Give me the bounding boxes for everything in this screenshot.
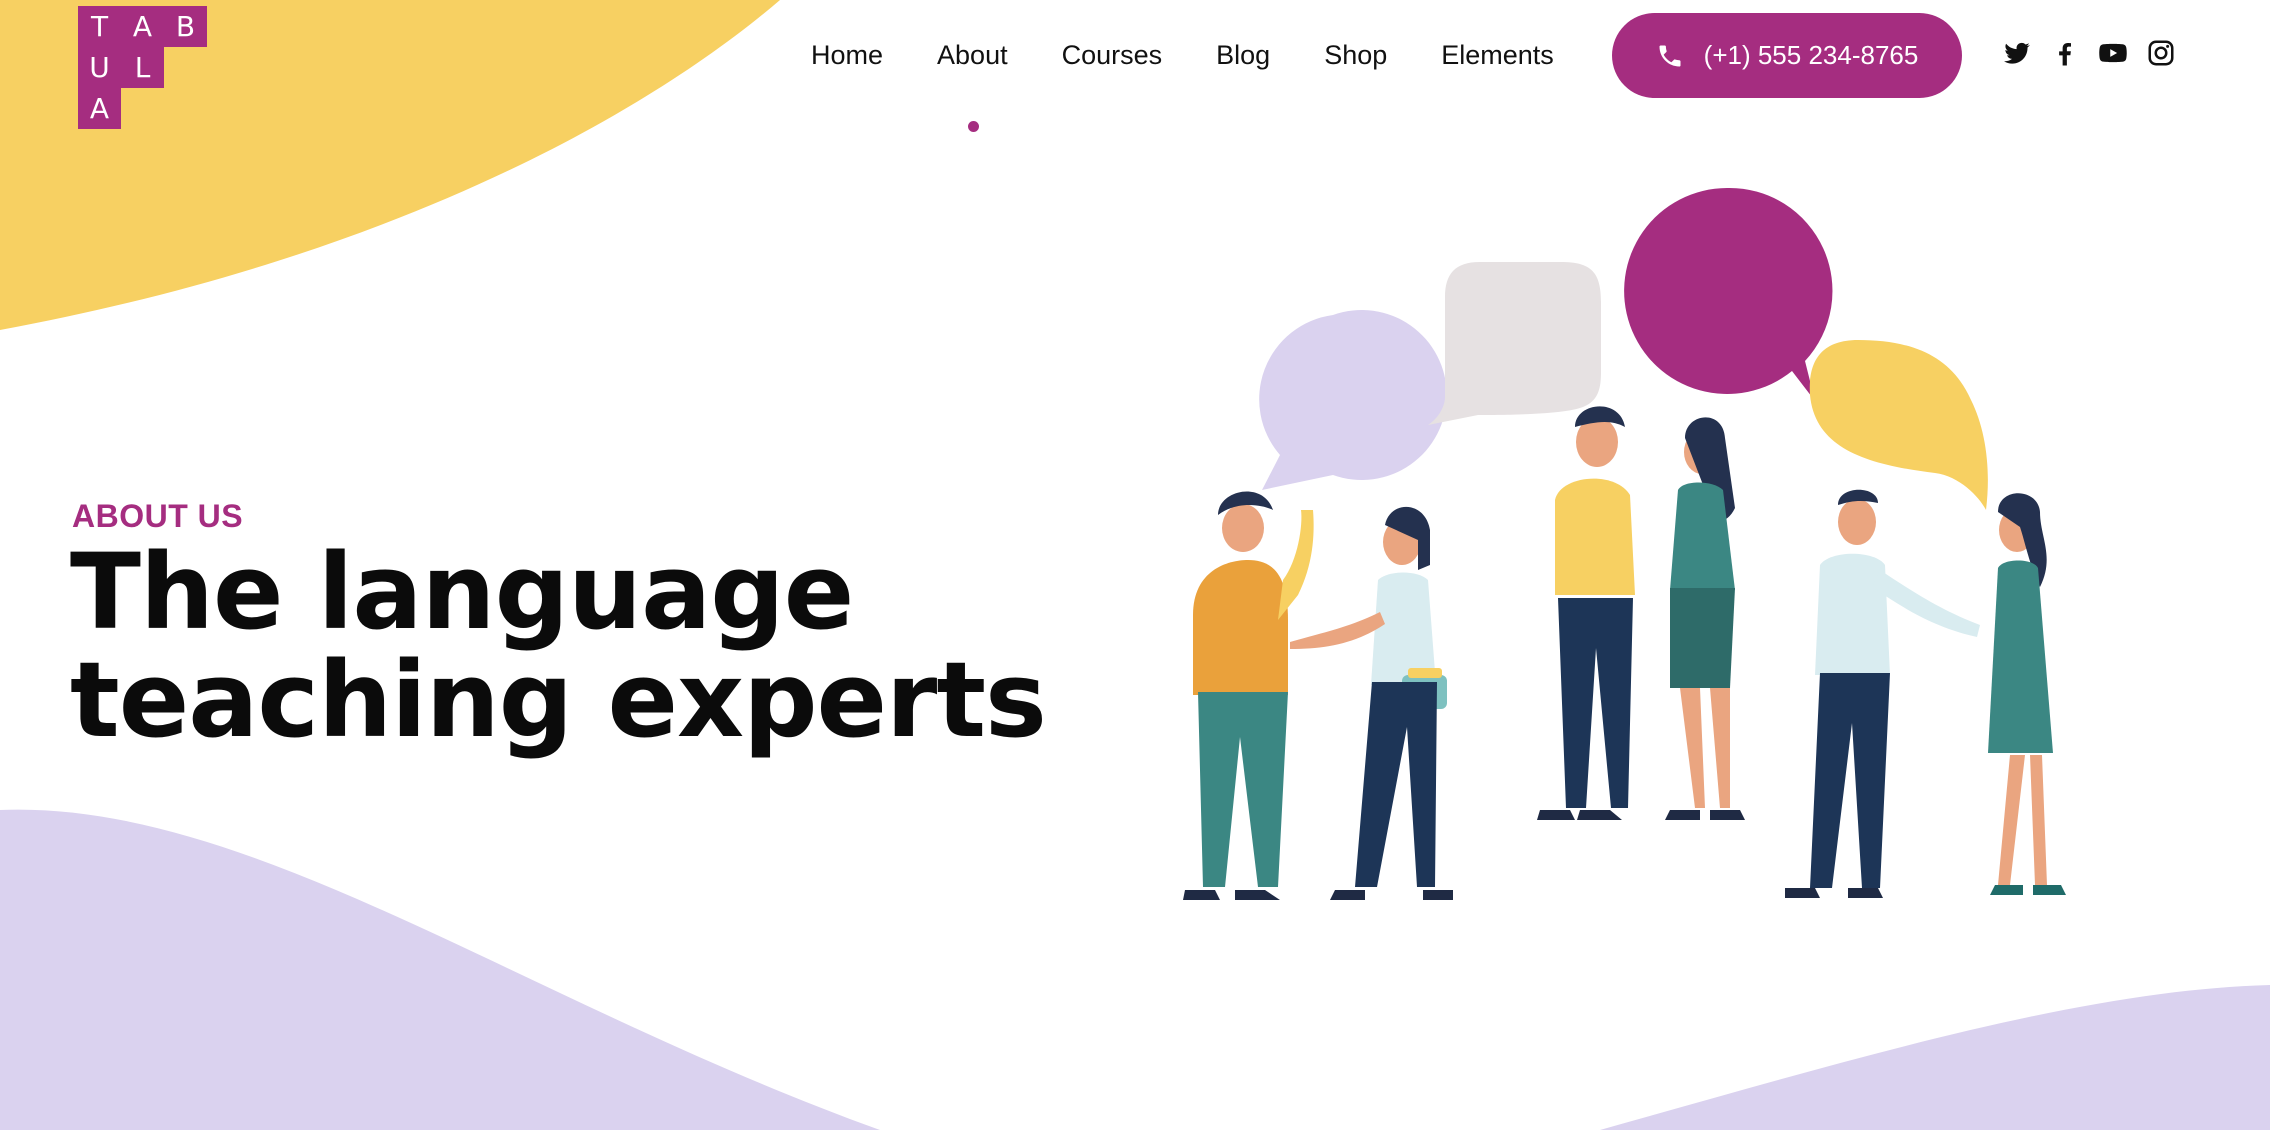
- nav-item-elements[interactable]: Elements: [1414, 40, 1581, 71]
- nav-item-shop[interactable]: Shop: [1297, 40, 1414, 71]
- person-white-shirt: [1785, 489, 1980, 898]
- person-woman-with-bag: [1290, 506, 1453, 900]
- nav-item-courses[interactable]: Courses: [1035, 40, 1190, 71]
- instagram-icon[interactable]: [2146, 38, 2176, 68]
- hero-title-line2: teaching experts: [70, 639, 1047, 761]
- lavender-wave-right: [1600, 985, 2270, 1130]
- speech-bubble-gray: [1428, 262, 1601, 425]
- logo-letter: T: [78, 6, 121, 47]
- phone-button[interactable]: (+1) 555 234-8765: [1612, 13, 1962, 98]
- hero-title-line1: The language: [70, 531, 854, 653]
- facebook-icon[interactable]: [2050, 38, 2080, 68]
- hero-title: The language teaching experts: [70, 538, 1070, 754]
- active-nav-indicator: [968, 121, 979, 132]
- logo-letter: A: [121, 6, 164, 47]
- logo-letter: L: [121, 47, 164, 88]
- social-links: [2002, 38, 2176, 68]
- lavender-wave-left: [0, 809, 880, 1130]
- nav-item-blog[interactable]: Blog: [1189, 40, 1297, 71]
- main-nav: Home About Courses Blog Shop Elements: [784, 30, 1581, 80]
- speech-bubble-magenta: [1624, 187, 1833, 401]
- youtube-icon[interactable]: [2098, 38, 2128, 68]
- speech-bubbles: [1259, 187, 1988, 510]
- phone-number: (+1) 555 234-8765: [1703, 40, 1919, 70]
- logo-letter: B: [164, 6, 207, 47]
- person-yellow-shirt: [1537, 406, 1635, 820]
- logo-letter: U: [78, 47, 121, 88]
- person-orange-shirt: [1183, 491, 1314, 900]
- person-woman-teal-dress: [1665, 417, 1745, 820]
- speech-bubble-yellow: [1809, 340, 1988, 510]
- logo-letter: A: [78, 88, 121, 129]
- nav-item-home[interactable]: Home: [784, 40, 910, 71]
- nav-item-about[interactable]: About: [910, 40, 1035, 71]
- section-eyebrow: ABOUT US: [72, 498, 244, 534]
- person-woman-right: [1988, 493, 2066, 895]
- logo[interactable]: T A B U L A: [78, 6, 208, 132]
- people-conversation-illustration: [1183, 187, 2066, 900]
- phone-icon: [1659, 45, 1681, 66]
- twitter-icon[interactable]: [2002, 38, 2032, 68]
- speech-bubble-lavender: [1259, 310, 1447, 490]
